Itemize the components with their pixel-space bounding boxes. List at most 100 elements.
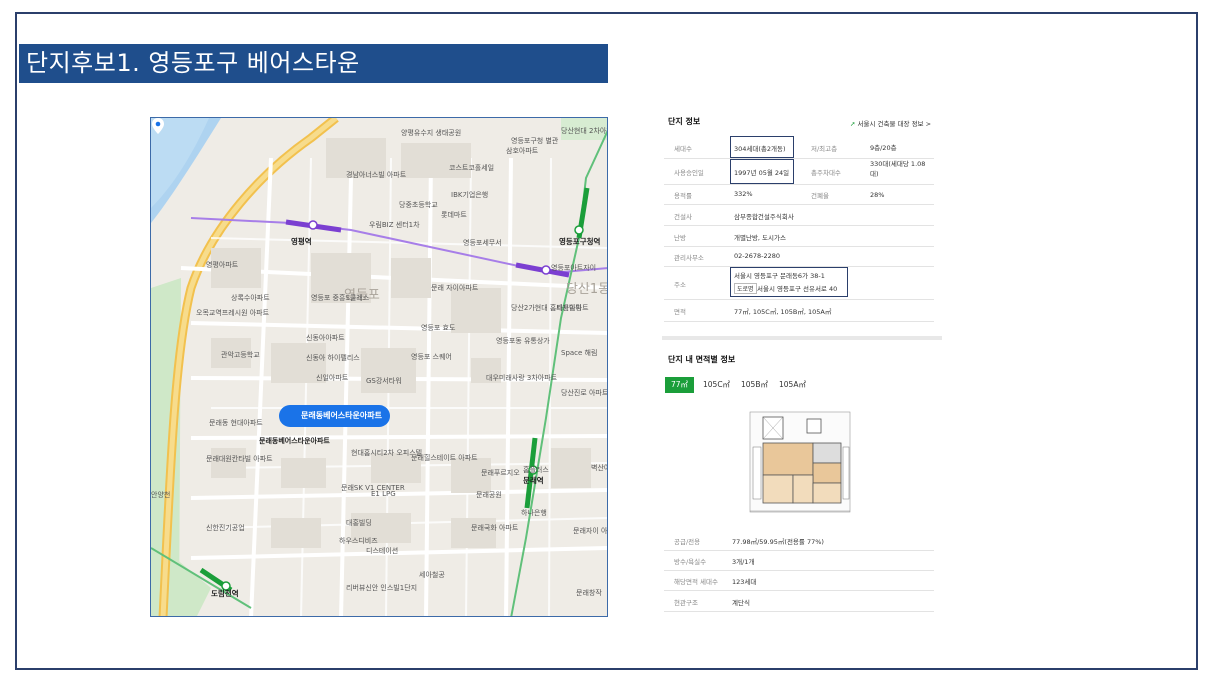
area-info-value: 3개/1개 [732,558,755,566]
info-label: 세대수 [674,144,692,153]
map-view[interactable]: 영등포구청역 영평역 문래역 도림천역 영등포 당산1동 문래창작 경남아너스빌 아파트 IBK… [150,117,608,617]
section-divider [662,336,942,340]
map-place-label: IBK기업은행 [451,191,489,199]
info-label: 면적 [674,308,686,316]
map-place-label: 당산1동 [566,282,608,297]
map-place-label: 디스테이션 [366,547,399,555]
map-place-label: 영등포동 유통상가 [496,337,550,345]
map-place-label: 영평아파트 [206,261,239,269]
area-info-heading: 단지 내 면적별 정보 [668,355,736,364]
map-place-label: 영등포세무서 [463,239,502,247]
info-row: 면적 77㎡, 105C㎡, 105B㎡, 105A㎡ [664,299,934,322]
tab-area-105c[interactable]: 105C㎡ [697,377,736,393]
info-label: 난방 [674,233,686,242]
map-place-label: 세아철공 [419,571,445,579]
building-registry-link[interactable]: ➚ 서울시 건축물 대장 정보 > [850,118,931,128]
map-place-label: 경남아너스빌 아파트 [346,171,407,179]
building-registry-link-label: 서울시 건축물 대장 정보 > [857,120,932,128]
highlight-box [730,159,794,184]
area-info-value: 123세대 [732,578,757,586]
tab-area-77[interactable]: 77㎡ [665,377,695,393]
info-row: 건설사 삼부종합건설주식회사 [664,204,934,226]
map-place-label: 영등포구청 별관 [511,137,559,145]
info-value: 9층/20층 [870,143,897,152]
station-label[interactable]: 영평역 [291,236,312,247]
tab-area-105b[interactable]: 105B㎡ [735,377,774,393]
area-info-label: 해당면적 세대수 [674,578,718,586]
location-marker-label[interactable]: 문래동베어스타운아파트 [279,405,390,427]
map-place-label: 삼호아파트 [506,147,539,155]
info-label: 저/최고층 [811,144,838,153]
map-place-label: 영등포 효도 [421,324,456,332]
info-row: 세대수 304세대(총2개동) 저/최고층 9층/20층 [664,135,934,159]
map-place-label: 신동아 하이펠리스 [306,354,360,362]
area-info-row: 해당면적 세대수 123세대 [664,570,934,591]
floor-plan-image [749,411,851,513]
info-value: 02-2678-2280 [734,252,781,260]
info-value: 330대(세대당 1.08대) [870,160,926,178]
info-label: 건설사 [674,212,692,221]
info-label: 관리사무소 [674,254,704,262]
map-place-label: 롯데마트 [441,211,467,219]
map-place-label: 관악고등학교 [221,351,260,359]
info-label: 사용승인일 [674,169,704,177]
map-canvas [151,118,607,616]
info-row: 관리사무소 02-2678-2280 [664,246,934,267]
info-row: 주소 서울시 영등포구 문래동6가 38-1 도로명 서울시 영등포구 선유서로 40 [664,266,934,300]
arrow-icon: ➚ [850,120,856,128]
info-label: 용적률 [674,192,692,200]
info-label: 건폐율 [811,192,829,200]
map-place-label: 문래자이 아파트 [573,527,608,535]
slide-title: 단지후보1. 영등포구 베어스타운 [19,44,608,83]
highlight-box [730,136,794,158]
map-place-label: 우림BIZ 센터1차 [369,221,420,229]
map-place-label: GS강서타워 [366,377,402,385]
map-place-label: 문래푸르지오 [481,469,520,477]
map-place-label: 문래국화 아파트 [471,524,519,532]
area-info-value: 계단식 [732,599,750,607]
info-row: 난방 개별난방, 도시가스 [664,225,934,247]
map-place-label: 안양천 [151,491,171,499]
map-place-label: 양평유수지 생태공원 [401,129,462,137]
map-place-label: 세지빌딩 [556,304,582,312]
highlight-box [730,267,848,297]
area-info-label: 공급/전용 [674,538,701,546]
map-place-label: 당중초등학교 [399,201,438,209]
info-label: 주소 [674,280,686,289]
map-place-label: 문래 자이아파트 [431,284,479,292]
map-place-label: 문래창작 [576,589,602,597]
info-value: 삼부종합건설주식회사 [734,212,794,221]
map-place-label: 상록수아파트 [231,294,270,302]
map-place-label: 영등포아트자이 [551,264,597,272]
area-info-label: 현관구조 [674,599,698,607]
station-label[interactable]: 도림천역 [211,588,239,599]
info-value: 77㎡, 105C㎡, 105B㎡, 105A㎡ [734,308,832,316]
map-place-label: 당산현대 2차아파트 [561,127,607,135]
map-place-label: 문래힐스테이트 아파트 [411,454,478,462]
map-place-label: 하우스디비즈 [339,537,378,545]
info-label: 총주차대수 [811,169,841,177]
map-place-label: E1 LPG [371,490,396,498]
map-place-label: 대홍빌딩 [346,519,372,527]
map-place-label: 신한진기공업 [206,524,245,532]
map-place-label: 문래공원 [476,491,502,499]
station-label[interactable]: 영등포구청역 [559,236,600,247]
map-place-label: 영등포 중흥S클래스 [311,294,370,302]
map-place-label: 신일아파트 [316,374,349,382]
location-pin-icon [152,118,164,134]
map-place-label: 하나은행 [521,509,547,517]
tab-area-105a[interactable]: 105A㎡ [773,377,812,393]
map-place-label: 문래대원칸타빌 아파트 [206,455,273,463]
info-row: 사용승인일 1997년 05월 24일 총주차대수 330대(세대당 1.08대) [664,158,934,185]
location-marker-caption: 문래동베어스타운아파트 [259,437,330,445]
area-info-value: 77.98㎡/59.95㎡(전용률 77%) [732,538,824,546]
map-place-label: Space 해림 [561,349,598,357]
map-place-label: 리버뷰신안 인스빌1단지 [346,584,418,592]
map-place-label: 문래동 현대아파트 [209,419,263,427]
area-info-row: 방수/욕실수 3개/1개 [664,550,934,571]
area-info-label: 방수/욕실수 [674,558,707,566]
station-label[interactable]: 문래역 [523,475,544,486]
info-value: 개별난방, 도시가스 [734,233,786,242]
map-place-label: 대우미래사랑 3차아파트 [486,374,558,382]
info-value: 28% [870,191,885,199]
